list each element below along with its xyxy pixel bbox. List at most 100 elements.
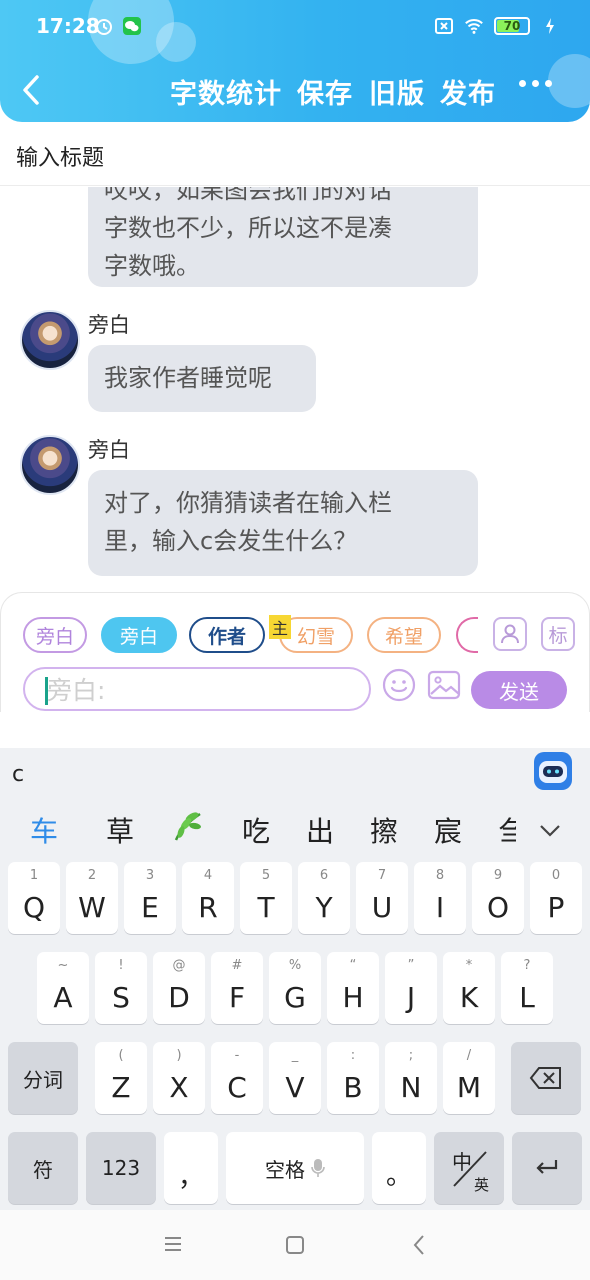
candidate-word[interactable]: 宸 <box>434 810 462 850</box>
avatar[interactable] <box>20 310 80 370</box>
keyboard: c 车 草 吃 出 擦 宸 刍 1Q 2W 3E 4R 5T 6Y 7U 8I … <box>0 748 590 1210</box>
key-e[interactable]: 3E <box>124 862 176 934</box>
key-s[interactable]: ! S <box>95 952 147 1024</box>
mark-button[interactable]: 标 <box>541 617 575 651</box>
wifi-icon <box>464 16 484 36</box>
emoji-button[interactable] <box>381 667 417 703</box>
ime-composing-bar: c <box>0 748 590 798</box>
ime-assistant-icon[interactable] <box>534 752 572 790</box>
candidate-word[interactable]: 车 <box>30 810 58 850</box>
message-line: 我家作者睡觉呢 <box>104 364 272 392</box>
old-version-button[interactable]: 旧版 <box>369 72 425 111</box>
key-m[interactable]: / M <box>443 1042 495 1114</box>
system-back-button[interactable] <box>412 1234 426 1260</box>
key-y[interactable]: 6Y <box>298 862 350 934</box>
key-d[interactable]: @ D <box>153 952 205 1024</box>
key-o[interactable]: 9O <box>472 862 524 934</box>
chat-area[interactable]: 哎哎，如果图会我们的对话 字数也不少，所以这不是凑 字数哦。 旁白 我家作者睡觉… <box>0 187 590 587</box>
recents-button[interactable] <box>164 1236 182 1256</box>
key-a[interactable]: ~ A <box>37 952 89 1024</box>
message-bubble: 哎哎，如果图会我们的对话 字数也不少，所以这不是凑 字数哦。 <box>88 187 478 287</box>
send-button[interactable]: 发送 <box>471 671 567 709</box>
symbol-key[interactable]: 符 <box>8 1132 78 1204</box>
role-chip[interactable]: 希望 <box>367 617 441 653</box>
candidate-expand-button[interactable] <box>538 818 562 842</box>
title-input[interactable]: 输入标题 <box>16 140 104 172</box>
key-p[interactable]: 0P <box>530 862 582 934</box>
key-i[interactable]: 8I <box>414 862 466 934</box>
period-key[interactable]: 。 <box>372 1132 426 1204</box>
key-u[interactable]: 7U <box>356 862 408 934</box>
key-h[interactable]: “H <box>327 952 379 1024</box>
smile-icon <box>382 668 416 702</box>
herb-emoji-icon[interactable] <box>170 808 206 851</box>
key-q[interactable]: 1Q <box>8 862 60 934</box>
avatar[interactable] <box>20 435 80 495</box>
number-key[interactable]: 123 <box>86 1132 156 1204</box>
app-header: 17:28 70 字数统计 保存 旧版 发布 <box>0 0 590 122</box>
backspace-icon <box>529 1067 561 1089</box>
key-v[interactable]: _ V <box>269 1042 321 1114</box>
message-bubble: 对了，你猜猜读者在输入栏 里，输入c会发生什么？ <box>88 470 478 576</box>
key-n[interactable]: ; N <box>385 1042 437 1114</box>
candidate-bar: 车 草 吃 出 擦 宸 刍 <box>0 802 590 852</box>
message-input[interactable]: 旁白: <box>23 667 371 711</box>
key-f[interactable]: # F <box>211 952 263 1024</box>
home-button[interactable] <box>286 1236 304 1258</box>
word-count-button[interactable]: 字数统计 <box>170 72 282 111</box>
key-b[interactable]: :B <box>327 1042 379 1114</box>
key-x[interactable]: ) X <box>153 1042 205 1114</box>
composing-text: c <box>12 762 25 787</box>
status-bar: 17:28 70 <box>0 10 590 44</box>
key-t[interactable]: 5T <box>240 862 292 934</box>
message-line: 哎哎，如果图会我们的对话 <box>104 187 392 204</box>
image-button[interactable] <box>427 669 461 701</box>
person-icon <box>501 624 519 644</box>
role-chip-selected[interactable]: 旁白 <box>101 617 177 653</box>
decor-bubble <box>548 54 590 108</box>
candidate-word[interactable]: 出 <box>306 810 334 850</box>
publish-button[interactable]: 发布 <box>440 72 496 111</box>
language-switch-key[interactable]: 中 英 <box>434 1132 504 1204</box>
compose-panel: 旁白 旁白 作者 幻雪 希望 主 标 旁白: 发送 <box>0 592 590 712</box>
space-key[interactable]: 空格 <box>226 1132 364 1204</box>
status-time: 17:28 <box>36 14 100 38</box>
menu-lines-icon <box>165 1237 181 1251</box>
title-bar: 输入标题 <box>0 128 590 186</box>
save-button[interactable]: 保存 <box>297 72 353 111</box>
key-l[interactable]: ? L <box>501 952 553 1024</box>
candidate-word[interactable]: 刍 <box>498 810 516 850</box>
key-c[interactable]: -C <box>211 1042 263 1114</box>
role-chip[interactable] <box>456 617 478 653</box>
sim-off-icon <box>434 16 454 36</box>
comma-key[interactable]: ， <box>164 1132 218 1204</box>
key-w[interactable]: 2W <box>66 862 118 934</box>
candidate-word[interactable]: 擦 <box>370 810 398 850</box>
message-line: 里，输入c会发生什么？ <box>104 527 358 555</box>
enter-icon <box>536 1160 558 1174</box>
text-cursor <box>45 677 48 705</box>
space-label: 空格 <box>265 1157 305 1182</box>
backspace-key[interactable] <box>511 1042 581 1114</box>
role-manage-button[interactable] <box>493 617 527 651</box>
candidate-word[interactable]: 草 <box>106 810 134 850</box>
wechat-icon <box>122 16 142 36</box>
key-k[interactable]: * K <box>443 952 495 1024</box>
lang-english: 英 <box>474 1176 490 1194</box>
battery-indicator: 70 <box>494 17 530 35</box>
image-icon <box>427 670 461 700</box>
system-navigation-bar <box>0 1210 590 1280</box>
candidate-word[interactable]: 吃 <box>242 810 270 850</box>
key-j[interactable]: ” J <box>385 952 437 1024</box>
key-g[interactable]: % G <box>269 952 321 1024</box>
back-button[interactable] <box>20 72 50 108</box>
role-chip[interactable]: 旁白 <box>23 617 87 653</box>
microphone-icon <box>311 1159 325 1177</box>
key-r[interactable]: 4R <box>182 862 234 934</box>
key-z[interactable]: (Z <box>95 1042 147 1114</box>
chevron-down-icon <box>540 825 560 837</box>
role-chip[interactable]: 作者 <box>189 617 265 653</box>
segment-key[interactable]: 分词 <box>8 1042 78 1114</box>
more-options-button[interactable] <box>519 80 552 87</box>
enter-key[interactable] <box>512 1132 582 1204</box>
